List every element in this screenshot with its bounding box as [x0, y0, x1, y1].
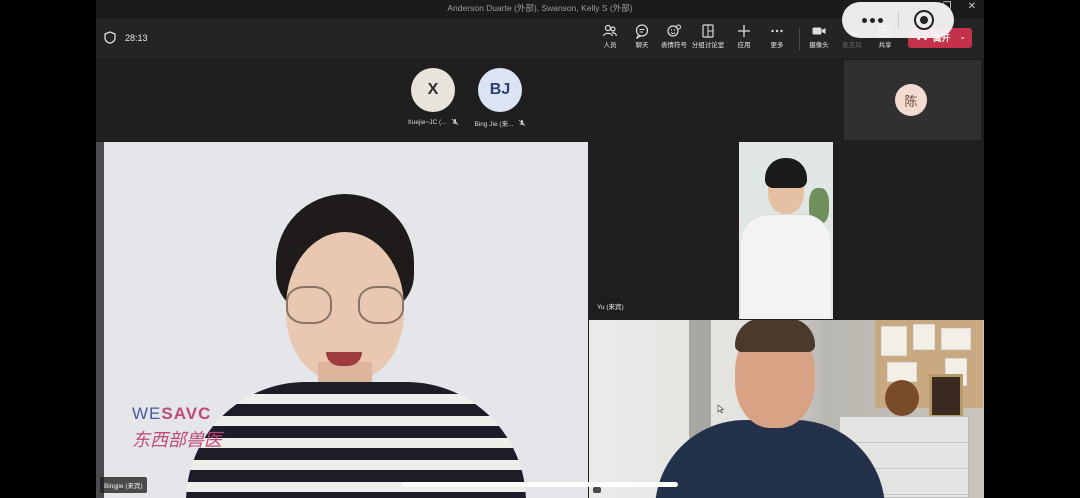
- participant-name-tag: Yu (来宾): [593, 298, 628, 314]
- participant-bing-jie[interactable]: BJ Bing Jie (来...: [465, 68, 535, 128]
- breakout-rooms-button[interactable]: 分组讨论室: [690, 23, 726, 50]
- striped-shirt: [186, 382, 526, 498]
- breakout-rooms-label: 分组讨论室: [691, 42, 725, 49]
- shield-icon: [104, 31, 116, 44]
- phone-letterbox-right: [984, 0, 1080, 498]
- camera-button[interactable]: 摄像头: [801, 23, 837, 50]
- breakout-rooms-icon: [702, 24, 714, 38]
- floating-capsule-menu: [842, 2, 954, 38]
- participant-name: Xuejie~JC (...: [407, 118, 447, 126]
- person-hair: [765, 158, 807, 188]
- more-icon: [771, 29, 783, 33]
- phone-letterbox-left: [0, 0, 96, 498]
- emoji-label: 表情符号: [661, 42, 687, 49]
- video-tile-office[interactable]: [589, 320, 984, 498]
- self-avatar: 陈: [895, 84, 927, 116]
- chat-icon: [635, 24, 649, 39]
- camera-label: 摄像头: [809, 42, 829, 49]
- video-tile-bingjie[interactable]: WESAVC 东西部兽医 Bingjie (来宾): [96, 142, 588, 498]
- chat-button[interactable]: 聊天: [624, 23, 660, 50]
- watermark-line2: 东西部兽医: [132, 430, 222, 451]
- window-title: Anderson Duarte (外部), Swanson, Kelly S (…: [447, 3, 633, 13]
- timer-text: 28:13: [125, 32, 148, 43]
- apps-label: 应用: [737, 42, 751, 49]
- mic-off-icon: [518, 119, 525, 127]
- more-label: 更多: [770, 42, 784, 49]
- people-icon: [602, 24, 618, 37]
- close-button[interactable]: ✕: [968, 0, 976, 14]
- more-button[interactable]: 更多: [759, 23, 795, 50]
- glasses-right: [358, 286, 404, 324]
- home-indicator[interactable]: [402, 482, 678, 487]
- avatar-initials: BJ: [489, 81, 511, 98]
- people-button[interactable]: 人员: [592, 23, 628, 50]
- share-label: 共享: [878, 42, 892, 49]
- more-options-icon[interactable]: [861, 17, 883, 23]
- mic-off-icon: [451, 118, 458, 126]
- apps-button[interactable]: 应用: [726, 23, 762, 50]
- avatar: X: [411, 68, 455, 112]
- emoji-button[interactable]: 表情符号: [656, 23, 692, 50]
- glasses-left: [286, 286, 332, 324]
- apps-plus-icon: [738, 25, 750, 37]
- camera-icon: [812, 27, 826, 35]
- participant-name-tag: Bingjie (来宾): [100, 477, 147, 493]
- microphone-label: 麦克风: [842, 42, 862, 49]
- watermark-line1: WESAVC: [132, 404, 212, 423]
- mouse-cursor-icon: [717, 404, 725, 414]
- chevron-down-icon[interactable]: ⌄: [959, 32, 966, 41]
- self-view-tile[interactable]: 陈: [844, 60, 981, 140]
- background-wall: [96, 142, 104, 498]
- yu-video-feed: [739, 142, 833, 319]
- participant-roster: X Xuejie~JC (... BJ Bing Jie (来... 陈: [96, 58, 984, 142]
- emoji-icon: [667, 24, 681, 37]
- capsule-divider: [897, 11, 899, 29]
- avatar-initials: X: [427, 81, 439, 98]
- people-label: 人员: [603, 42, 617, 49]
- avatar: BJ: [478, 68, 522, 112]
- participant-name-tag: [593, 487, 601, 493]
- participant-name: Bing Jie (来...: [474, 121, 514, 128]
- video-tile-yu[interactable]: Yu (来宾): [589, 142, 984, 319]
- teams-meeting-window: Anderson Duarte (外部), Swanson, Kelly S (…: [96, 0, 984, 498]
- chat-label: 聊天: [635, 42, 649, 49]
- logo-watermark: WESAVC 东西部兽医: [132, 404, 222, 452]
- close-miniprogram-icon[interactable]: [914, 10, 935, 30]
- meeting-timer: 28:13: [104, 31, 148, 44]
- toolbar-divider: [799, 28, 800, 50]
- person-hair: [735, 320, 815, 352]
- framed-award: [929, 374, 963, 418]
- participant-xuejie[interactable]: X Xuejie~JC (...: [398, 68, 468, 126]
- participant-name-row: Xuejie~JC (...: [398, 118, 468, 126]
- award-plaque: [885, 380, 919, 416]
- participant-name-row: Bing Jie (来...: [465, 118, 535, 128]
- white-shirt: [741, 214, 831, 319]
